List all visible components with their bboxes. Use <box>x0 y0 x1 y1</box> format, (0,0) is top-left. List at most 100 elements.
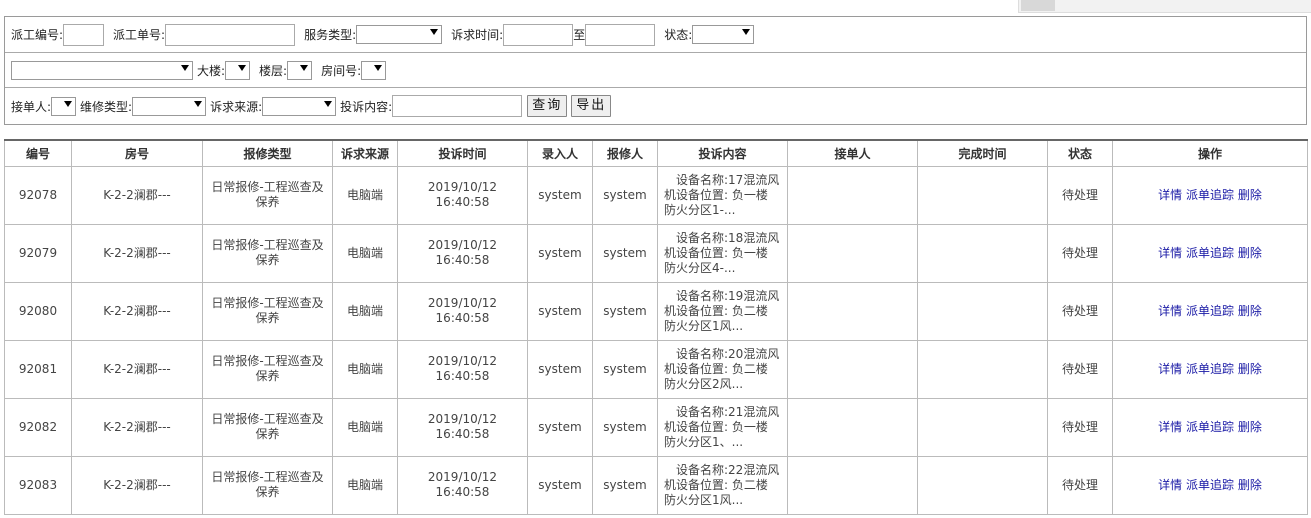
delete-link[interactable]: 删除 <box>1238 478 1262 492</box>
cell-status: 待处理 <box>1047 339 1113 399</box>
chevron-down-icon <box>300 64 309 71</box>
detail-link[interactable]: 详情 <box>1158 188 1182 202</box>
cell-source: 电脑端 <box>332 339 398 399</box>
content-line-2: 机设备位置: 负一楼 <box>664 245 768 260</box>
source-select[interactable] <box>262 96 337 116</box>
column-header-complaint-time[interactable]: 投诉时间 <box>397 139 528 167</box>
time-date: 2019/10/12 <box>427 470 498 484</box>
query-button[interactable]: 查询 <box>527 95 568 117</box>
chevron-down-icon <box>374 64 383 71</box>
column-header-status[interactable]: 状态 <box>1047 139 1113 167</box>
cell-entry-user: system <box>527 165 593 225</box>
detail-link[interactable]: 详情 <box>1158 478 1182 492</box>
detail-link[interactable]: 详情 <box>1158 362 1182 376</box>
filter-row-2: 大楼: 楼层: 房间号: <box>5 53 1306 88</box>
cell-complaint-content: 设备名称:22混流风 机设备位置: 负二楼 防火分区1风... <box>657 455 788 515</box>
delete-link[interactable]: 删除 <box>1238 420 1262 434</box>
complaint-input[interactable] <box>392 95 523 117</box>
cell-reporter: system <box>592 165 658 225</box>
column-header-reporter[interactable]: 报修人 <box>592 139 658 167</box>
repair-type-select[interactable] <box>132 96 207 116</box>
detail-link[interactable]: 详情 <box>1158 420 1182 434</box>
building-select[interactable] <box>225 60 251 80</box>
delete-link[interactable]: 删除 <box>1238 362 1262 376</box>
dispatch-no-label: 派工编号: <box>11 28 64 42</box>
dispatch-track-link[interactable]: 派单追踪 <box>1186 362 1234 376</box>
request-time-end-input[interactable] <box>585 23 656 46</box>
project-select[interactable] <box>11 60 193 80</box>
work-order-table: 编号 房号 报修类型 诉求来源 投诉时间 录入人 报修人 投诉内容 接单人 完成… <box>4 139 1308 515</box>
column-header-complaint-content[interactable]: 投诉内容 <box>657 139 788 167</box>
content-line-3: 防火分区1、... <box>664 434 744 449</box>
dispatch-track-link[interactable]: 派单追踪 <box>1186 188 1234 202</box>
delete-link[interactable]: 删除 <box>1238 246 1262 260</box>
chevron-down-icon <box>742 29 751 35</box>
content-line-2: 机设备位置: 负一楼 <box>664 187 768 202</box>
cell-actions: 详情 派单追踪 删除 <box>1112 223 1308 283</box>
horizontal-scrollbar[interactable] <box>1018 0 1311 13</box>
export-button[interactable]: 导出 <box>571 95 612 117</box>
status-select[interactable] <box>692 25 755 44</box>
service-type-select[interactable] <box>356 25 443 44</box>
cell-source: 电脑端 <box>332 281 398 341</box>
cell-actions: 详情 派单追踪 删除 <box>1112 339 1308 399</box>
table-row[interactable]: 92082 K-2-2澜郡--- 日常报修-工程巡查及保养 电脑端 2019/1… <box>4 397 1308 457</box>
scrollbar-thumb[interactable] <box>1021 0 1055 11</box>
cell-id: 92080 <box>4 281 72 341</box>
cell-receiver <box>787 223 918 283</box>
column-header-source[interactable]: 诉求来源 <box>332 139 398 167</box>
cell-id: 92083 <box>4 455 72 515</box>
content-line-1: 设备名称:21混流风 <box>676 404 780 419</box>
cell-complaint-content: 设备名称:20混流风 机设备位置: 负二楼 防火分区2风... <box>657 339 788 399</box>
cell-finish-time <box>917 281 1048 341</box>
table-row[interactable]: 92078 K-2-2澜郡--- 日常报修-工程巡查及保养 电脑端 2019/1… <box>4 165 1308 225</box>
content-line-1: 设备名称:22混流风 <box>676 462 780 477</box>
column-header-finish-time[interactable]: 完成时间 <box>917 139 1048 167</box>
cell-repair-type: 日常报修-工程巡查及保养 <box>202 223 333 283</box>
cell-status: 待处理 <box>1047 223 1113 283</box>
dispatch-track-link[interactable]: 派单追踪 <box>1186 478 1234 492</box>
chevron-down-icon <box>194 100 203 107</box>
table-row[interactable]: 92079 K-2-2澜郡--- 日常报修-工程巡查及保养 电脑端 2019/1… <box>4 223 1308 283</box>
floor-select[interactable] <box>287 60 313 80</box>
dispatch-track-link[interactable]: 派单追踪 <box>1186 304 1234 318</box>
dispatch-track-link[interactable]: 派单追踪 <box>1186 246 1234 260</box>
table-row[interactable]: 92083 K-2-2澜郡--- 日常报修-工程巡查及保养 电脑端 2019/1… <box>4 455 1308 515</box>
time-date: 2019/10/12 <box>427 238 498 252</box>
dispatch-form-input[interactable] <box>165 23 296 46</box>
time-clock: 16:40:58 <box>435 369 490 383</box>
column-header-entry-user[interactable]: 录入人 <box>527 139 593 167</box>
delete-link[interactable]: 删除 <box>1238 304 1262 318</box>
request-time-start-input[interactable] <box>503 23 574 46</box>
request-time-label: 诉求时间: <box>451 28 504 42</box>
table-row[interactable]: 92081 K-2-2澜郡--- 日常报修-工程巡查及保养 电脑端 2019/1… <box>4 339 1308 399</box>
delete-link[interactable]: 删除 <box>1238 188 1262 202</box>
receiver-select[interactable] <box>51 96 77 116</box>
filter-row-1: 派工编号: 派工单号: 服务类型: 诉求时间: 至 状态: <box>5 17 1306 53</box>
chevron-down-icon <box>324 100 333 107</box>
time-date: 2019/10/12 <box>427 354 498 368</box>
dispatch-track-link[interactable]: 派单追踪 <box>1186 420 1234 434</box>
room-select[interactable] <box>361 60 387 80</box>
detail-link[interactable]: 详情 <box>1158 246 1182 260</box>
cell-receiver <box>787 455 918 515</box>
detail-link[interactable]: 详情 <box>1158 304 1182 318</box>
to-label: 至 <box>573 28 586 42</box>
cell-reporter: system <box>592 397 658 457</box>
content-line-1: 设备名称:18混流风 <box>676 230 780 245</box>
time-date: 2019/10/12 <box>427 296 498 310</box>
cell-room: K-2-2澜郡--- <box>71 281 203 341</box>
cell-room: K-2-2澜郡--- <box>71 165 203 225</box>
column-header-room[interactable]: 房号 <box>71 139 203 167</box>
cell-id: 92081 <box>4 339 72 399</box>
cell-reporter: system <box>592 223 658 283</box>
column-header-receiver[interactable]: 接单人 <box>787 139 918 167</box>
dispatch-no-input[interactable] <box>63 23 105 46</box>
chevron-down-icon <box>64 100 73 107</box>
cell-repair-type: 日常报修-工程巡查及保养 <box>202 281 333 341</box>
room-label: 房间号: <box>321 63 362 78</box>
filter-row-3: 接单人: 维修类型: 诉求来源: 投诉内容: 查询 导出 <box>5 88 1306 124</box>
column-header-id[interactable]: 编号 <box>4 139 72 167</box>
column-header-repair-type[interactable]: 报修类型 <box>202 139 333 167</box>
table-row[interactable]: 92080 K-2-2澜郡--- 日常报修-工程巡查及保养 电脑端 2019/1… <box>4 281 1308 341</box>
